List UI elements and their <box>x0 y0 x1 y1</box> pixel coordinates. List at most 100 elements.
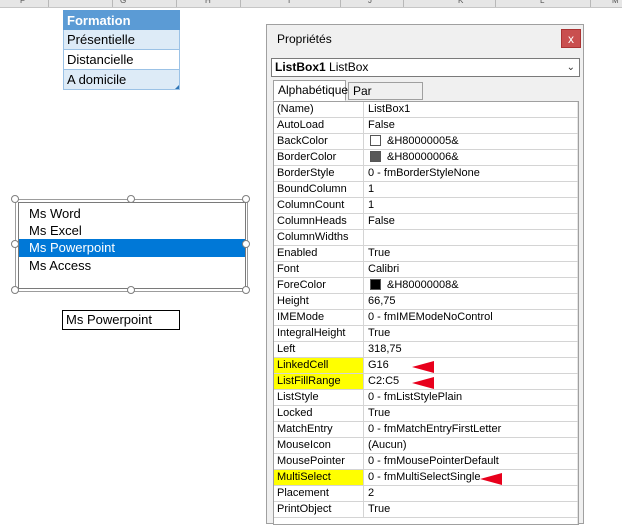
property-row[interactable]: Left 318,75 <box>274 342 578 358</box>
property-name[interactable]: ForeColor <box>274 278 364 293</box>
property-row[interactable]: Enabled True <box>274 246 578 262</box>
close-button[interactable]: x <box>561 29 581 48</box>
property-name[interactable]: BackColor <box>274 134 364 149</box>
property-row[interactable]: ForeColor &H80000008& <box>274 278 578 294</box>
property-value[interactable]: 0 - fmMultiSelectSingle <box>365 470 578 485</box>
resize-handle-bottom-left[interactable] <box>11 286 19 294</box>
properties-titlebar[interactable]: Propriétés x <box>267 25 583 53</box>
table-row[interactable]: A domicile <box>63 70 180 90</box>
resize-handle-bottom[interactable] <box>127 286 135 294</box>
property-name[interactable]: BorderColor <box>274 150 364 165</box>
table-row[interactable]: Distancielle <box>63 50 180 70</box>
resize-handle-right[interactable] <box>242 240 250 248</box>
property-name[interactable]: PrintObject <box>274 502 364 517</box>
listbox-control[interactable]: Ms Word Ms Excel Ms Powerpoint Ms Access <box>18 202 246 289</box>
table-header-cell[interactable]: Formation <box>63 10 180 30</box>
property-name[interactable]: Left <box>274 342 364 357</box>
property-row[interactable]: Height 66,75 <box>274 294 578 310</box>
property-value[interactable]: &H80000006& <box>365 150 578 165</box>
property-row[interactable]: IntegralHeight True <box>274 326 578 342</box>
property-name[interactable]: ColumnHeads <box>274 214 364 229</box>
listbox-item-selected[interactable]: Ms Powerpoint <box>19 239 245 257</box>
property-value[interactable]: 66,75 <box>365 294 578 309</box>
property-row[interactable]: ListStyle 0 - fmListStylePlain <box>274 390 578 406</box>
property-value[interactable]: &H80000005& <box>365 134 578 149</box>
property-row[interactable]: BorderStyle 0 - fmBorderStyleNone <box>274 166 578 182</box>
property-name[interactable]: ListStyle <box>274 390 364 405</box>
property-value[interactable]: 0 - fmMatchEntryFirstLetter <box>365 422 578 437</box>
property-value[interactable]: 2 <box>365 486 578 501</box>
property-name[interactable]: MouseIcon <box>274 438 364 453</box>
column-letter[interactable]: K <box>458 0 463 5</box>
property-name[interactable]: Locked <box>274 406 364 421</box>
property-row[interactable]: AutoLoad False <box>274 118 578 134</box>
column-letter[interactable]: F <box>20 0 25 5</box>
resize-handle-top-left[interactable] <box>11 195 19 203</box>
property-value[interactable]: False <box>365 214 578 229</box>
column-letter[interactable]: H <box>205 0 211 5</box>
property-name[interactable]: Enabled <box>274 246 364 261</box>
property-row[interactable]: MultiSelect 0 - fmMultiSelectSingle <box>274 470 578 486</box>
property-name[interactable]: ListFillRange <box>274 374 364 389</box>
property-row[interactable]: ColumnHeads False <box>274 214 578 230</box>
property-name[interactable]: ColumnWidths <box>274 230 364 245</box>
column-letter[interactable]: I <box>288 0 290 5</box>
property-value[interactable]: 318,75 <box>365 342 578 357</box>
property-row[interactable]: PrintObject True <box>274 502 578 518</box>
linked-cell-g16[interactable]: Ms Powerpoint <box>62 310 180 330</box>
property-name[interactable]: Height <box>274 294 364 309</box>
property-name[interactable]: Placement <box>274 486 364 501</box>
property-value[interactable]: True <box>365 502 578 517</box>
column-letter[interactable]: L <box>540 0 544 5</box>
property-value[interactable]: (Aucun) <box>365 438 578 453</box>
column-letter[interactable]: J <box>368 0 372 5</box>
property-name[interactable]: LinkedCell <box>274 358 364 373</box>
property-value[interactable]: G16 <box>365 358 578 373</box>
property-row[interactable]: MousePointer 0 - fmMousePointerDefault <box>274 454 578 470</box>
property-value[interactable]: &H80000008& <box>365 278 578 293</box>
property-row[interactable]: IMEMode 0 - fmIMEModeNoControl <box>274 310 578 326</box>
property-value[interactable]: True <box>365 246 578 261</box>
listbox-item[interactable]: Ms Access <box>19 257 245 275</box>
property-row[interactable]: Font Calibri <box>274 262 578 278</box>
property-value[interactable]: ListBox1 <box>365 102 578 117</box>
property-name[interactable]: MultiSelect <box>274 470 364 485</box>
property-name[interactable]: BorderStyle <box>274 166 364 181</box>
property-name[interactable]: IMEMode <box>274 310 364 325</box>
resize-handle-bottom-right[interactable] <box>242 286 250 294</box>
property-name[interactable]: Font <box>274 262 364 277</box>
property-name[interactable]: BoundColumn <box>274 182 364 197</box>
property-value[interactable]: 0 - fmBorderStyleNone <box>365 166 578 181</box>
property-row[interactable]: MouseIcon (Aucun) <box>274 438 578 454</box>
chevron-down-icon[interactable]: ⌄ <box>567 59 575 76</box>
property-name[interactable]: ColumnCount <box>274 198 364 213</box>
resize-handle-left[interactable] <box>11 240 19 248</box>
tab-par-categorie[interactable]: Par catégorie <box>348 82 423 115</box>
resize-handle-top-right[interactable] <box>242 195 250 203</box>
property-row[interactable]: Placement 2 <box>274 486 578 502</box>
property-value[interactable]: C2:C5 <box>365 374 578 389</box>
property-row[interactable]: ColumnWidths <box>274 230 578 246</box>
property-name[interactable]: MousePointer <box>274 454 364 469</box>
property-row[interactable]: BorderColor &H80000006& <box>274 150 578 166</box>
property-value[interactable]: 1 <box>365 198 578 213</box>
property-value[interactable]: 1 <box>365 182 578 197</box>
property-row[interactable]: BoundColumn 1 <box>274 182 578 198</box>
tab-alphabetique[interactable]: Alphabétique <box>273 80 348 101</box>
property-row[interactable]: (Name) ListBox1 <box>274 102 578 118</box>
property-value[interactable]: Calibri <box>365 262 578 277</box>
table-resize-handle-icon[interactable] <box>175 85 179 89</box>
property-value[interactable]: False <box>365 118 578 133</box>
table-row[interactable]: Présentielle <box>63 30 180 50</box>
listbox-item[interactable]: Ms Excel <box>19 222 245 240</box>
column-letter[interactable]: G <box>120 0 126 5</box>
property-value[interactable]: 0 - fmListStylePlain <box>365 390 578 405</box>
property-row[interactable]: ColumnCount 1 <box>274 198 578 214</box>
object-selector-dropdown[interactable]: ListBox1 ListBox ⌄ <box>271 58 580 77</box>
listbox-item[interactable]: Ms Word <box>19 205 245 223</box>
property-value[interactable]: True <box>365 326 578 341</box>
property-name[interactable]: MatchEntry <box>274 422 364 437</box>
property-row[interactable]: MatchEntry 0 - fmMatchEntryFirstLetter <box>274 422 578 438</box>
property-name[interactable]: (Name) <box>274 102 364 117</box>
column-letter[interactable]: M <box>612 0 619 5</box>
